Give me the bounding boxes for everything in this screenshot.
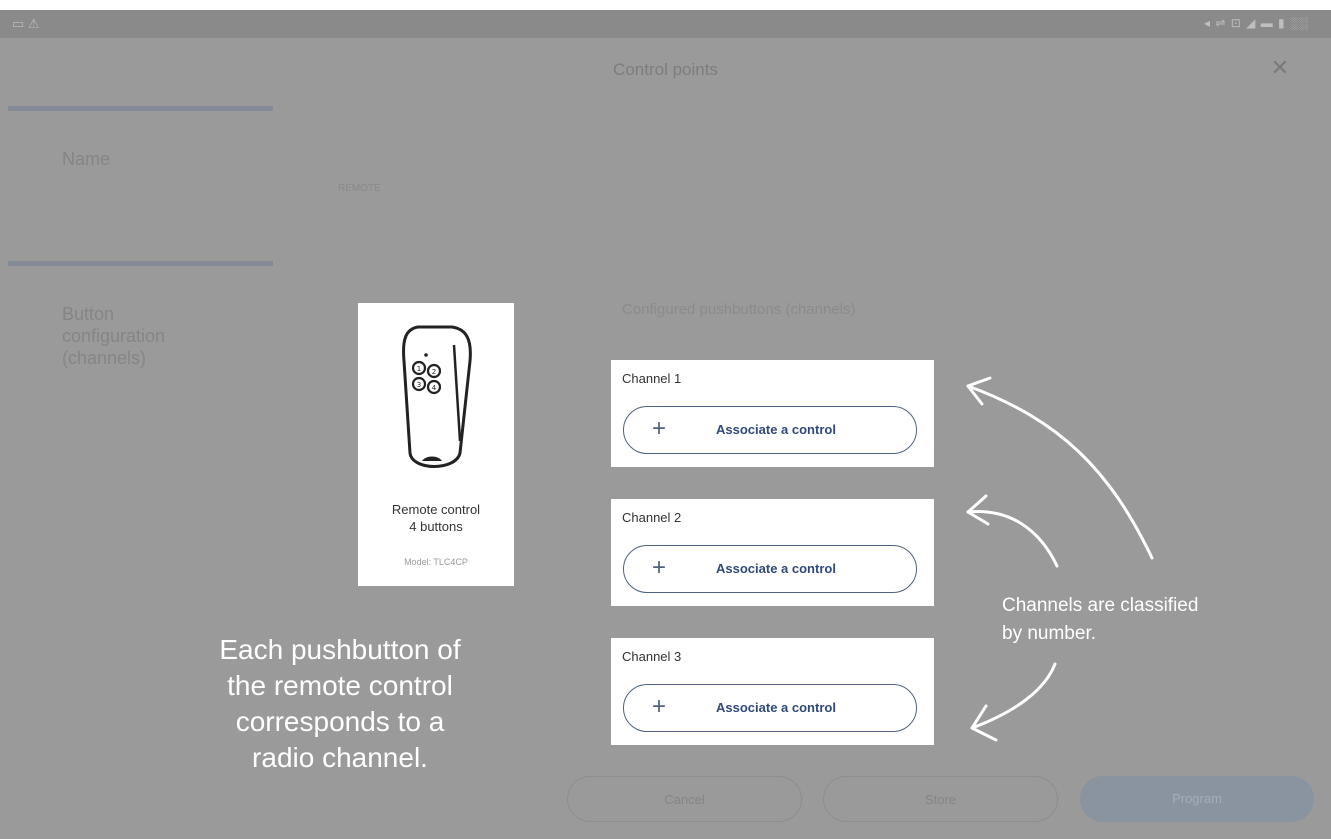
annotation-arrows — [966, 376, 1154, 742]
arrow-to-channel-3 — [970, 662, 1057, 730]
arrowhead-icon — [966, 494, 990, 526]
arrow-to-channel-1 — [966, 384, 1154, 560]
app-screen: ▭ ⚠ ◂ ⇌ ⊡ ◢ ▬ ▮ ░░ Control points ✕ Name… — [0, 0, 1331, 839]
